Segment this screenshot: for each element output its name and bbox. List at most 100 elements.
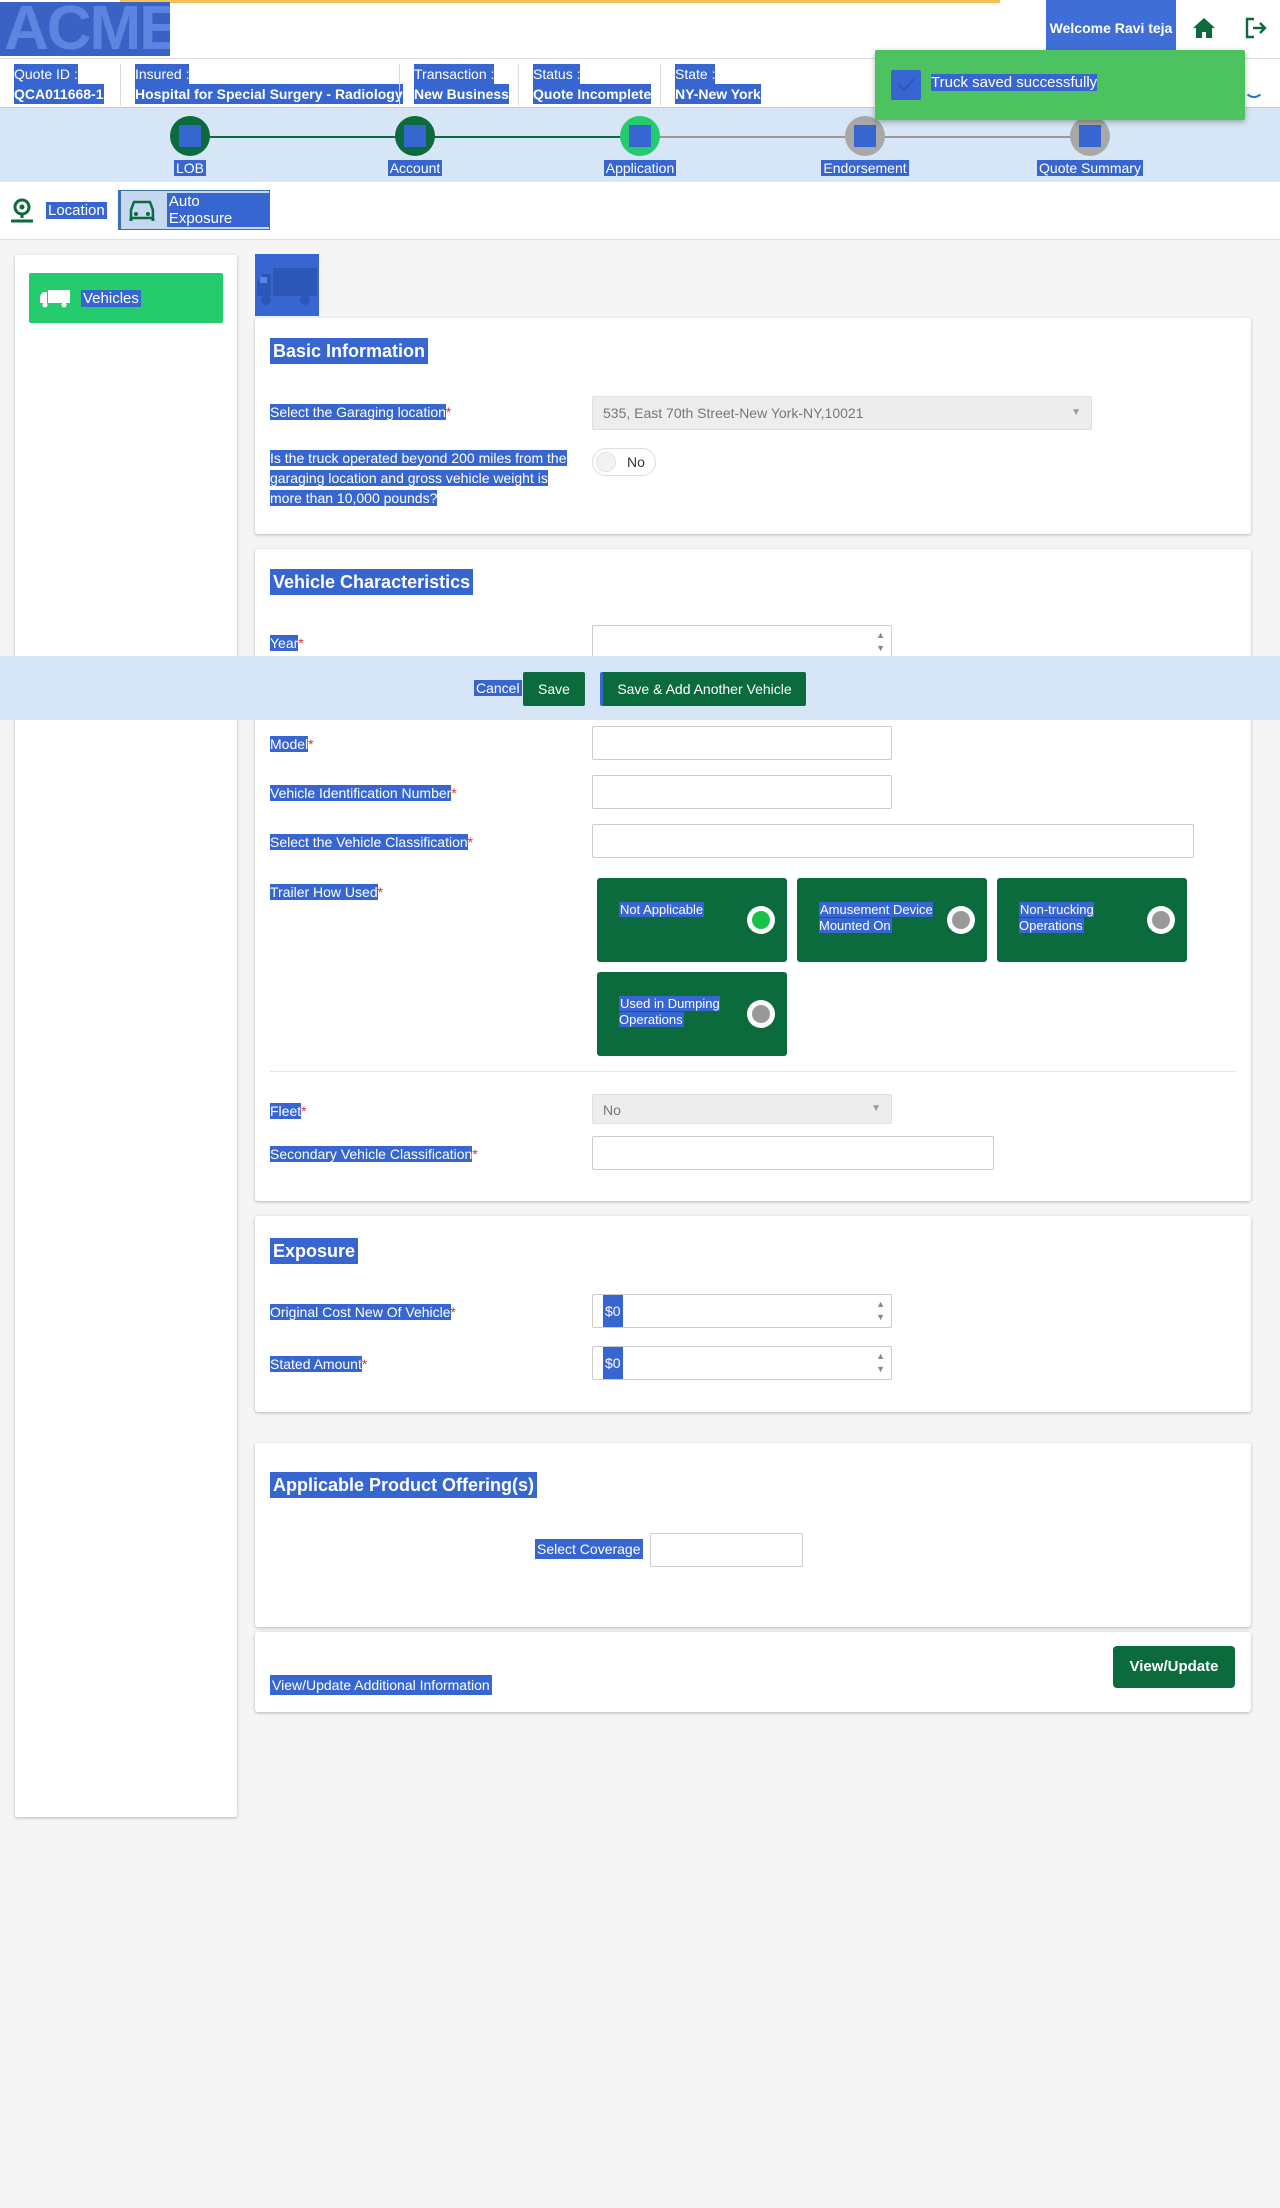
year-label-text: Year	[270, 635, 299, 651]
toggle-value: No	[627, 454, 645, 470]
trailer-how-used-label-text: Trailer How Used	[270, 884, 378, 900]
logout-button[interactable]	[1230, 0, 1280, 56]
quote-summary-icon	[1070, 116, 1110, 156]
original-cost-input[interactable]: $0 ▲ ▼	[592, 1294, 892, 1328]
product-offerings-title: Applicable Product Offering(s)	[270, 1472, 538, 1498]
save-button[interactable]: Save	[523, 672, 585, 706]
trailer-option-non-trucking[interactable]: Non-trucking Operations	[997, 878, 1187, 962]
model-label: Model*	[270, 736, 314, 752]
beyond-200-miles-toggle[interactable]: No	[592, 448, 656, 476]
success-toast[interactable]: Truck saved successfully	[875, 50, 1245, 120]
sidebar: Vehicles	[15, 255, 237, 1817]
home-button[interactable]	[1178, 0, 1230, 56]
basic-information-title: Basic Information	[270, 338, 429, 364]
number-spinner-icon: ▲ ▼	[876, 630, 885, 653]
model-label-text: Model	[270, 736, 309, 752]
select-coverage-label: Select Coverage	[535, 1539, 643, 1559]
number-spinner-icon: ▲ ▼	[876, 1351, 885, 1374]
step-label: Application	[603, 160, 677, 176]
product-offerings-card: Applicable Product Offering(s) Select Co…	[255, 1443, 1251, 1627]
state-value: NY-New York	[675, 84, 761, 104]
exposure-title: Exposure	[270, 1238, 359, 1264]
lob-icon	[170, 116, 210, 156]
transaction-value: New Business	[414, 84, 509, 104]
tab-auto-exposure-label: Auto Exposure	[166, 193, 269, 227]
cancel-button[interactable]: Cancel	[474, 680, 522, 696]
vin-label: Vehicle Identification Number*	[270, 785, 457, 801]
fleet-label-text: Fleet	[270, 1103, 302, 1119]
additional-info-card: View/Update Additional Information View/…	[255, 1632, 1251, 1712]
view-update-button[interactable]: View/Update	[1113, 1646, 1235, 1688]
status-value: Quote Incomplete	[533, 84, 652, 104]
step-lob[interactable]: LOB	[110, 116, 270, 176]
fleet-value: No	[603, 1102, 621, 1118]
beyond-200-miles-label: Is the truck operated beyond 200 miles f…	[270, 448, 580, 508]
vehicle-classification-label: Select the Vehicle Classification*	[270, 834, 474, 850]
fleet-label: Fleet*	[270, 1103, 307, 1119]
stated-amount-input[interactable]: $0 ▲ ▼	[592, 1346, 892, 1380]
number-spinner-icon: ▲ ▼	[876, 1299, 885, 1322]
fleet-select[interactable]: No ▼	[592, 1094, 892, 1124]
vehicle-characteristics-card: Vehicle Characteristics Year* ▲ ▼ Model* …	[255, 549, 1251, 1201]
trailer-how-used-label: Trailer How Used*	[270, 884, 384, 900]
account-icon	[395, 116, 435, 156]
step-quote-summary[interactable]: Quote Summary	[1010, 116, 1170, 176]
transaction-label: Transaction :	[414, 64, 495, 84]
vehicle-classification-label-text: Select the Vehicle Classification	[270, 834, 468, 850]
tab-location[interactable]: Location	[8, 190, 107, 230]
additional-info-label: View/Update Additional Information	[270, 1675, 492, 1695]
garaging-location-select[interactable]: 535, East 70th Street-New York-NY,10021 …	[592, 396, 1092, 430]
vehicle-classification-input[interactable]	[592, 824, 1194, 858]
garaging-location-label-text: Select the Garaging location	[270, 404, 446, 420]
endorsement-icon	[845, 116, 885, 156]
chevron-down-icon: ▼	[1071, 407, 1081, 418]
state-info: State : NY-New York	[660, 64, 761, 106]
quote-id-label: Quote ID :	[14, 64, 78, 84]
select-coverage-input[interactable]	[650, 1533, 803, 1567]
sidebar-item-vehicles[interactable]: Vehicles	[29, 273, 223, 323]
step-label: LOB	[173, 160, 206, 176]
step-account[interactable]: Account	[335, 116, 495, 176]
vehicle-characteristics-title: Vehicle Characteristics	[270, 569, 474, 595]
basic-information-card: Basic Information Select the Garaging lo…	[255, 318, 1251, 534]
trailer-option-not-applicable[interactable]: Not Applicable	[597, 878, 787, 962]
step-endorsement[interactable]: Endorsement	[785, 116, 945, 176]
top-accent-line	[120, 0, 1000, 3]
garaging-location-label: Select the Garaging location*	[270, 404, 452, 420]
status-label: Status :	[533, 64, 581, 84]
radio-selected-icon[interactable]	[747, 906, 775, 934]
step-label: Account	[387, 160, 443, 176]
secondary-classification-input[interactable]	[592, 1136, 994, 1170]
beyond-200-miles-text: Is the truck operated beyond 200 miles f…	[270, 450, 567, 506]
car-icon	[129, 200, 155, 221]
application-icon	[620, 116, 660, 156]
tab-auto-exposure[interactable]: Auto Exposure	[118, 190, 270, 230]
radio-unselected-icon[interactable]	[947, 906, 975, 934]
stated-amount-label: Stated Amount*	[270, 1356, 368, 1372]
garaging-location-value: 535, East 70th Street-New York-NY,10021	[603, 405, 864, 421]
logo: ACME	[0, 2, 170, 56]
toast-message: Truck saved successfully	[931, 74, 1098, 91]
location-pin-icon	[11, 198, 33, 223]
radio-unselected-icon[interactable]	[747, 1000, 775, 1028]
option-label: Not Applicable	[619, 902, 705, 917]
sub-tabs: Location Auto Exposure	[0, 182, 1280, 240]
secondary-classification-label: Secondary Vehicle Classification*	[270, 1146, 478, 1162]
save-add-another-button[interactable]: Save & Add Another Vehicle	[600, 672, 806, 706]
divider	[270, 1071, 1236, 1072]
trailer-option-dumping[interactable]: Used in Dumping Operations	[597, 972, 787, 1056]
currency-prefix: $0	[603, 1295, 623, 1327]
model-input[interactable]	[592, 726, 892, 760]
vin-input[interactable]	[592, 775, 892, 809]
toggle-knob	[596, 452, 616, 472]
quote-id-value: QCA011668-1	[14, 84, 104, 104]
year-input[interactable]: ▲ ▼	[592, 625, 892, 659]
transaction-info: Transaction : New Business	[399, 64, 509, 106]
welcome-user[interactable]: Welcome Ravi teja	[1046, 0, 1176, 56]
check-icon	[891, 70, 921, 100]
step-application[interactable]: Application	[560, 116, 720, 176]
radio-unselected-icon[interactable]	[1147, 906, 1175, 934]
status-info: Status : Quote Incomplete	[518, 64, 652, 106]
trailer-option-amusement-device[interactable]: Amusement Device Mounted On	[797, 878, 987, 962]
year-label: Year*	[270, 635, 304, 651]
